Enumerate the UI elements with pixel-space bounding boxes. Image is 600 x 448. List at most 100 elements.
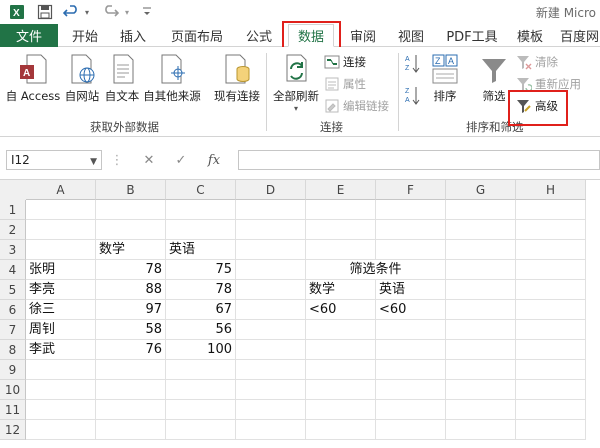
cell-a2[interactable] xyxy=(26,220,96,240)
cell-f5[interactable]: 英语 xyxy=(376,280,446,300)
cell-d6[interactable] xyxy=(236,300,306,320)
cell-d9[interactable] xyxy=(236,360,306,380)
cell-g7[interactable] xyxy=(446,320,516,340)
formula-input[interactable] xyxy=(238,150,600,170)
column-header-a[interactable]: A xyxy=(26,180,96,200)
cell-d10[interactable] xyxy=(236,380,306,400)
column-header-e[interactable]: E xyxy=(306,180,376,200)
cell-e5[interactable]: 数学 xyxy=(306,280,376,300)
cell-g6[interactable] xyxy=(446,300,516,320)
cell-g10[interactable] xyxy=(446,380,516,400)
row-header-1[interactable]: 1 xyxy=(0,200,26,220)
cell-b10[interactable] xyxy=(96,380,166,400)
row-header-8[interactable]: 8 xyxy=(0,340,26,360)
cell-e8[interactable] xyxy=(306,340,376,360)
insert-function-icon[interactable]: fx xyxy=(202,150,226,170)
customize-quick-access-icon[interactable] xyxy=(140,4,154,20)
cell-h1[interactable] xyxy=(516,200,586,220)
redo-icon[interactable] xyxy=(102,4,120,20)
cell-h6[interactable] xyxy=(516,300,586,320)
worksheet-grid[interactable]: A B C D E F G H 1 2 3 数学 英语 4 张明 78 75 筛选条件 5 李亮 88 78 数学 英语 6 徐三… xyxy=(0,180,600,448)
row-header-6[interactable]: 6 xyxy=(0,300,26,320)
tab-insert[interactable]: 插入 xyxy=(112,24,154,47)
cell-e7[interactable] xyxy=(306,320,376,340)
tab-pdf-tools[interactable]: PDF工具 xyxy=(444,24,500,47)
cell-b3[interactable]: 数学 xyxy=(96,240,166,260)
cell-d4[interactable] xyxy=(236,260,306,280)
cell-g5[interactable] xyxy=(446,280,516,300)
cell-f9[interactable] xyxy=(376,360,446,380)
edit-links-button[interactable]: 编辑链接 xyxy=(324,97,389,115)
cell-b4[interactable]: 78 xyxy=(96,260,166,280)
cell-f12[interactable] xyxy=(376,420,446,440)
cell-d7[interactable] xyxy=(236,320,306,340)
cell-g8[interactable] xyxy=(446,340,516,360)
tab-baidu[interactable]: 百度网 xyxy=(560,24,600,47)
cell-e12[interactable] xyxy=(306,420,376,440)
clear-filter-button[interactable]: 清除 xyxy=(516,53,558,71)
cell-f2[interactable] xyxy=(376,220,446,240)
cell-b8[interactable]: 76 xyxy=(96,340,166,360)
cell-c9[interactable] xyxy=(166,360,236,380)
cell-e11[interactable] xyxy=(306,400,376,420)
cell-e6[interactable]: <60 xyxy=(306,300,376,320)
row-header-3[interactable]: 3 xyxy=(0,240,26,260)
row-header-10[interactable]: 10 xyxy=(0,380,26,400)
cell-b7[interactable]: 58 xyxy=(96,320,166,340)
from-access-button[interactable]: A 自 Access xyxy=(4,47,62,104)
cell-h7[interactable] xyxy=(516,320,586,340)
row-header-11[interactable]: 11 xyxy=(0,400,26,420)
row-header-2[interactable]: 2 xyxy=(0,220,26,240)
cell-d5[interactable] xyxy=(236,280,306,300)
cell-h4[interactable] xyxy=(516,260,586,280)
row-header-4[interactable]: 4 xyxy=(0,260,26,280)
from-web-button[interactable]: 自网站 xyxy=(62,47,102,104)
cell-c3[interactable]: 英语 xyxy=(166,240,236,260)
redo-dropdown-icon[interactable]: ▾ xyxy=(122,4,132,20)
cell-a10[interactable] xyxy=(26,380,96,400)
cell-a1[interactable] xyxy=(26,200,96,220)
cell-b6[interactable]: 97 xyxy=(96,300,166,320)
cell-a5[interactable]: 李亮 xyxy=(26,280,96,300)
cell-h10[interactable] xyxy=(516,380,586,400)
column-header-d[interactable]: D xyxy=(236,180,306,200)
cell-b9[interactable] xyxy=(96,360,166,380)
cell-e3[interactable] xyxy=(306,240,376,260)
cell-h12[interactable] xyxy=(516,420,586,440)
cell-c5[interactable]: 78 xyxy=(166,280,236,300)
cell-e9[interactable] xyxy=(306,360,376,380)
cell-g11[interactable] xyxy=(446,400,516,420)
column-header-c[interactable]: C xyxy=(166,180,236,200)
cell-d1[interactable] xyxy=(236,200,306,220)
cell-a12[interactable] xyxy=(26,420,96,440)
cell-e1[interactable] xyxy=(306,200,376,220)
cell-d11[interactable] xyxy=(236,400,306,420)
row-header-5[interactable]: 5 xyxy=(0,280,26,300)
cell-h3[interactable] xyxy=(516,240,586,260)
select-all-corner[interactable] xyxy=(0,180,26,200)
row-header-9[interactable]: 9 xyxy=(0,360,26,380)
cell-c7[interactable]: 56 xyxy=(166,320,236,340)
cell-f7[interactable] xyxy=(376,320,446,340)
cell-a9[interactable] xyxy=(26,360,96,380)
cell-c1[interactable] xyxy=(166,200,236,220)
name-box-dropdown-icon[interactable]: ▼ xyxy=(90,153,97,171)
enter-icon[interactable]: ✓ xyxy=(170,150,192,170)
cell-f11[interactable] xyxy=(376,400,446,420)
cell-h5[interactable] xyxy=(516,280,586,300)
cell-h2[interactable] xyxy=(516,220,586,240)
refresh-all-button[interactable]: 全部刷新 ▾ xyxy=(270,47,322,113)
cell-f8[interactable] xyxy=(376,340,446,360)
tab-formulas[interactable]: 公式 xyxy=(238,24,280,47)
cell-f6[interactable]: <60 xyxy=(376,300,446,320)
cell-a6[interactable]: 徐三 xyxy=(26,300,96,320)
cell-h11[interactable] xyxy=(516,400,586,420)
cell-d3[interactable] xyxy=(236,240,306,260)
cell-f1[interactable] xyxy=(376,200,446,220)
save-icon[interactable] xyxy=(36,4,54,20)
column-header-h[interactable]: H xyxy=(516,180,586,200)
cell-a7[interactable]: 周钊 xyxy=(26,320,96,340)
name-box[interactable]: I12 ▼ xyxy=(6,150,102,170)
connections-button[interactable]: 连接 xyxy=(324,53,366,71)
tab-file[interactable]: 文件 xyxy=(0,24,58,47)
